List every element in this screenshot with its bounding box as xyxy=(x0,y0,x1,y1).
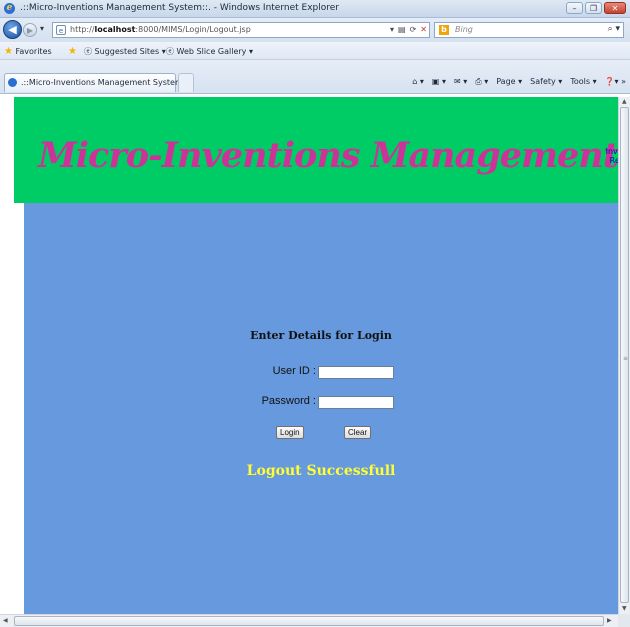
scroll-down-icon[interactable]: ▼ xyxy=(622,605,627,612)
search-icon[interactable]: ⌕ ▾ xyxy=(608,24,620,34)
favorites-star-icon: ★ xyxy=(4,46,13,57)
search-input[interactable]: Bing xyxy=(455,25,473,34)
page-viewport: Micro-Inventions Management System Inver… xyxy=(14,97,618,614)
maximize-button[interactable]: ❐ xyxy=(585,2,602,14)
scroll-up-icon[interactable]: ▲ xyxy=(622,98,627,105)
back-button[interactable]: ◀ xyxy=(3,20,22,39)
navigation-bar: ◀ ▶ ▾ e http://localhost:8000/MIMS/Login… xyxy=(0,18,630,42)
address-dropdown-icon[interactable]: ▾ xyxy=(390,24,394,36)
tools-menu[interactable]: Tools ▾ xyxy=(570,77,596,87)
feeds-icon[interactable]: ▣ ▾ xyxy=(432,77,446,87)
web-slice-gallery-link[interactable]: ⓔ Web Slice Gallery ▾ xyxy=(166,46,253,57)
password-input[interactable] xyxy=(318,396,394,409)
home-icon[interactable]: ⌂ ▾ xyxy=(412,77,424,87)
command-bar: ⌂ ▾ ▣ ▾ ✉ ▾ ⎙ ▾ Page ▾ Safety ▾ Tools ▾ … xyxy=(412,77,626,87)
scrollbar-corner xyxy=(618,614,630,627)
requests-link[interactable]: Req xyxy=(606,156,618,165)
favorites-bar: ★ Favorites ★ ⓔ Suggested Sites ▾ ⓔ Web … xyxy=(0,42,630,60)
print-icon[interactable]: ⎙ ▾ xyxy=(475,77,488,87)
site-title: Micro-Inventions Management System xyxy=(38,135,618,176)
suggested-sites-link[interactable]: ⓔ Suggested Sites ▾ xyxy=(84,46,166,57)
close-button[interactable]: ✕ xyxy=(604,2,626,14)
vertical-scroll-thumb[interactable]: ≡ xyxy=(620,107,629,603)
add-favorites-icon[interactable]: ★ xyxy=(68,46,77,57)
address-bar[interactable]: e http://localhost:8000/MIMS/Login/Logou… xyxy=(52,22,430,38)
refresh-icon[interactable]: ⟳ xyxy=(410,24,417,36)
page-menu[interactable]: Page ▾ xyxy=(496,77,522,87)
password-label: Password : xyxy=(261,395,316,407)
safety-menu[interactable]: Safety ▾ xyxy=(530,77,562,87)
horizontal-scroll-thumb[interactable] xyxy=(14,616,604,626)
minimize-button[interactable]: – xyxy=(566,2,583,14)
address-tools: ▾ ▤ ⟳ ✕ xyxy=(390,24,427,36)
help-icon[interactable]: ❓▾ » xyxy=(605,77,626,87)
search-box[interactable]: b Bing ⌕ ▾ xyxy=(434,22,624,38)
scroll-left-icon[interactable]: ◀ xyxy=(3,617,8,624)
browser-tab[interactable]: .::Micro-Inventions Management System::. xyxy=(4,73,191,92)
new-tab-button[interactable] xyxy=(178,73,194,92)
tab-favicon-icon xyxy=(8,78,17,87)
tab-bar: .::Micro-Inventions Management System::.… xyxy=(0,60,630,94)
scroll-right-icon[interactable]: ▶ xyxy=(607,617,612,624)
bing-logo-icon: b xyxy=(439,25,449,35)
inventions-link[interactable]: Inver xyxy=(606,147,618,156)
stop-icon[interactable]: ✕ xyxy=(420,24,427,36)
clear-button[interactable]: Clear xyxy=(344,426,372,439)
window-title-bar: e .::Micro-Inventions Management System:… xyxy=(0,0,630,18)
compatibility-view-icon[interactable]: ▤ xyxy=(398,24,406,36)
favorites-button[interactable]: ★ Favorites xyxy=(4,46,52,57)
vertical-scrollbar[interactable]: ▲ ≡ ▼ xyxy=(618,97,630,614)
mail-icon[interactable]: ✉ ▾ xyxy=(454,77,467,87)
login-button[interactable]: Login xyxy=(276,426,304,439)
horizontal-scrollbar[interactable]: ◀ ▶ xyxy=(0,614,618,627)
site-header: Micro-Inventions Management System Inver… xyxy=(14,97,618,203)
forward-button[interactable]: ▶ xyxy=(23,23,37,37)
userid-input[interactable] xyxy=(318,366,394,379)
internet-explorer-icon: e xyxy=(4,3,15,14)
side-links: Inver Req xyxy=(606,147,618,165)
form-heading: Enter Details for Login xyxy=(250,329,392,342)
recent-pages-dropdown-icon[interactable]: ▾ xyxy=(40,24,44,33)
userid-label: User ID : xyxy=(272,365,316,377)
window-controls: – ❐ ✕ xyxy=(566,2,626,14)
logout-message: Logout Successfull xyxy=(246,463,396,479)
tab-label: .::Micro-Inventions Management System::. xyxy=(21,78,191,87)
address-url[interactable]: http://localhost:8000/MIMS/Login/Logout.… xyxy=(70,25,251,34)
window-title: .::Micro-Inventions Management System::.… xyxy=(20,3,339,13)
page-icon: e xyxy=(56,25,66,35)
login-panel: Enter Details for Login User ID : Passwo… xyxy=(24,203,618,614)
